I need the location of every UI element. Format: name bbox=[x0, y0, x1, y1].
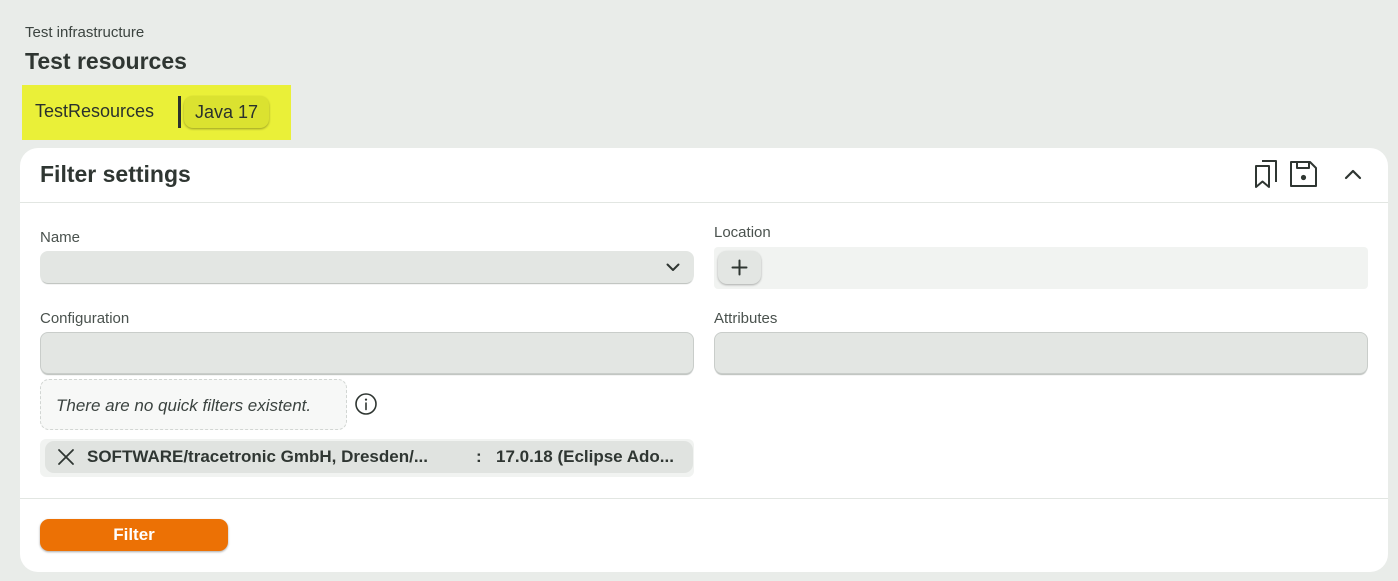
resource-tag-bar: TestResources Java 17 bbox=[22, 85, 291, 140]
configuration-label: Configuration bbox=[40, 310, 130, 327]
filter-panel-header: Filter settings bbox=[20, 148, 1388, 203]
active-filter-area: SOFTWARE/tracetronic GmbH, Dresden/... :… bbox=[40, 439, 694, 477]
quick-filters-empty: There are no quick filters existent. bbox=[40, 379, 347, 430]
plus-icon bbox=[731, 259, 748, 276]
page-title: Test resources bbox=[25, 48, 187, 74]
name-select[interactable] bbox=[40, 251, 694, 283]
divider bbox=[20, 498, 1388, 499]
save-icon[interactable] bbox=[1288, 158, 1318, 190]
filter-button[interactable]: Filter bbox=[40, 519, 228, 551]
breadcrumb[interactable]: Test infrastructure bbox=[25, 24, 144, 41]
name-label: Name bbox=[40, 229, 81, 246]
divider bbox=[178, 96, 181, 128]
remove-filter-icon[interactable] bbox=[57, 448, 75, 466]
chevron-down-icon bbox=[664, 258, 682, 276]
java-version-chip[interactable]: Java 17 bbox=[184, 96, 269, 128]
filter-panel-title: Filter settings bbox=[40, 161, 191, 187]
filter-separator: : bbox=[476, 447, 482, 466]
configuration-input[interactable] bbox=[40, 332, 694, 374]
bookmarks-icon[interactable] bbox=[1253, 158, 1283, 190]
filter-value: 17.0.18 (Eclipse Ado... bbox=[496, 447, 674, 466]
location-field bbox=[714, 247, 1368, 289]
attributes-input[interactable] bbox=[714, 332, 1368, 374]
filter-settings-panel: Filter settings Name Location Configurat… bbox=[20, 148, 1388, 572]
active-filter-chip[interactable]: SOFTWARE/tracetronic GmbH, Dresden/... :… bbox=[45, 441, 693, 473]
location-label: Location bbox=[714, 224, 771, 241]
attributes-label: Attributes bbox=[714, 310, 778, 327]
page: Test infrastructure Test resources TestR… bbox=[0, 0, 1398, 581]
chevron-up-icon[interactable] bbox=[1338, 158, 1368, 190]
quick-filters-message: There are no quick filters existent. bbox=[56, 396, 312, 415]
filter-key: SOFTWARE/tracetronic GmbH, Dresden/... bbox=[87, 447, 429, 466]
add-location-button[interactable] bbox=[718, 251, 761, 284]
info-icon[interactable] bbox=[354, 392, 378, 416]
resource-name: TestResources bbox=[35, 101, 155, 121]
